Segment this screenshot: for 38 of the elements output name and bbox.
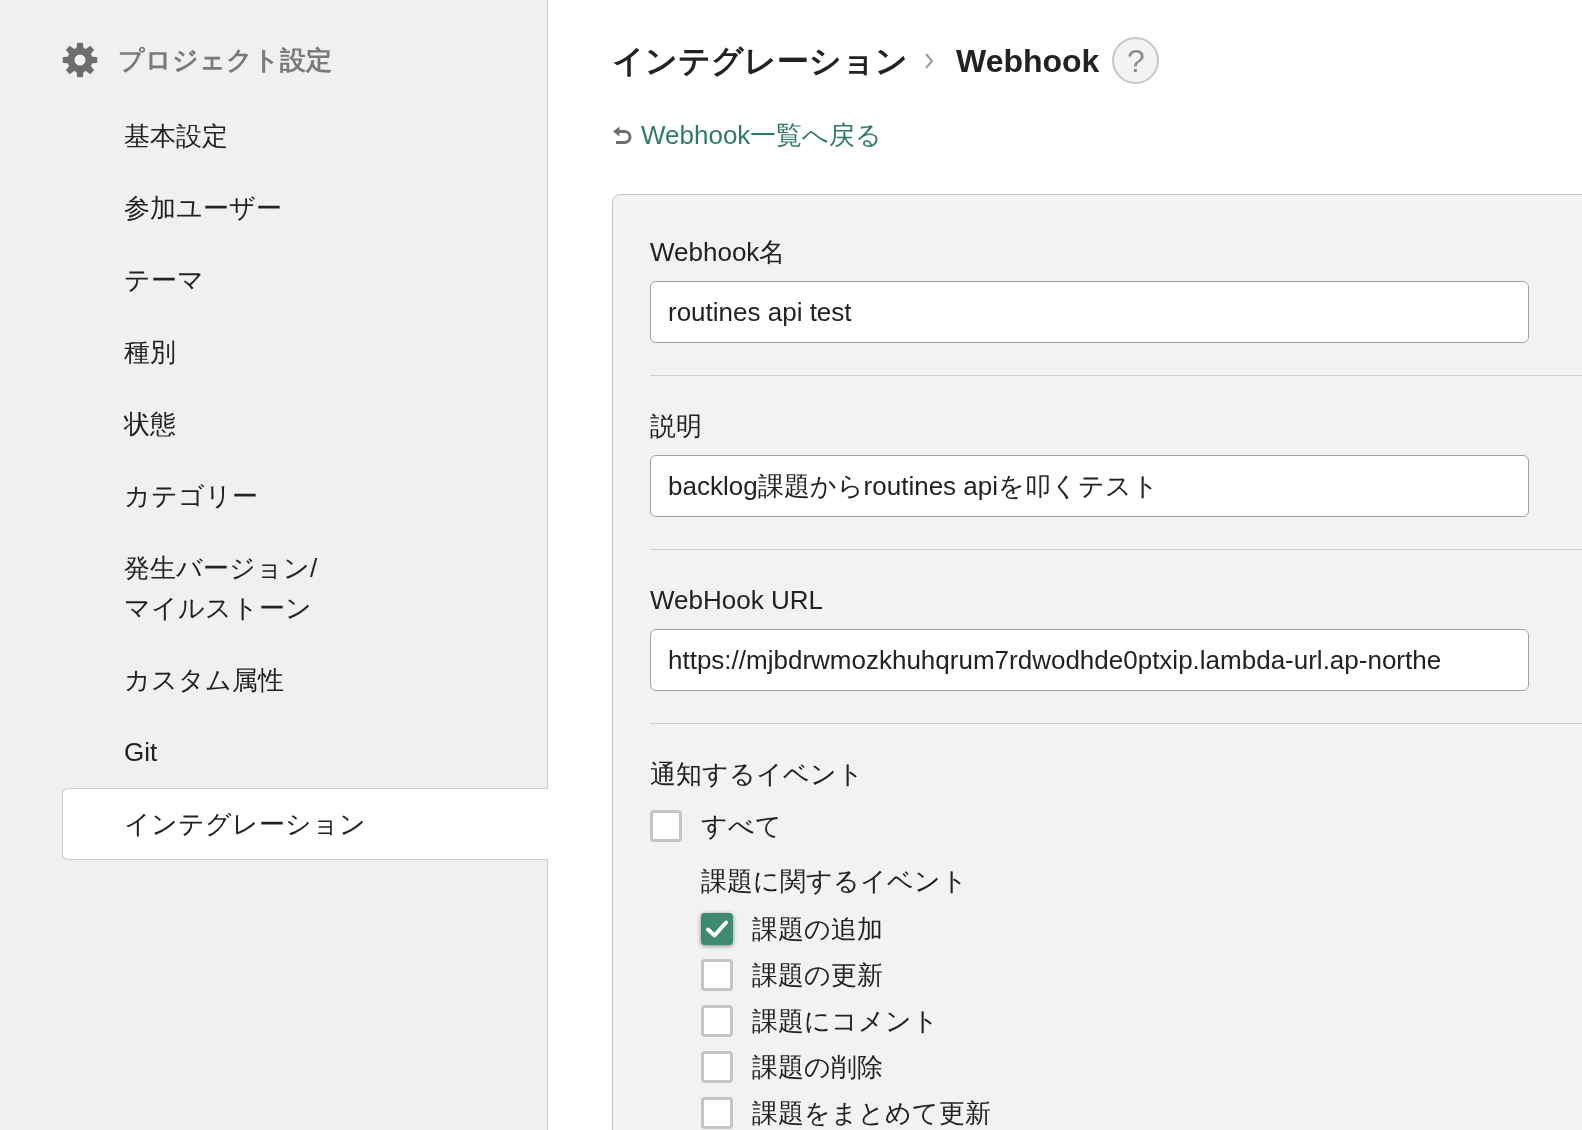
checkbox-label: 課題の追加 [752, 914, 883, 944]
checkbox[interactable] [701, 1005, 733, 1037]
sidebar-item[interactable]: テーマ [62, 244, 547, 316]
chevron-right-icon [924, 51, 934, 70]
checkbox[interactable] [701, 1051, 733, 1083]
checkbox-label: 課題の削除 [752, 1052, 883, 1082]
sidebar-item[interactable]: 参加ユーザー [62, 172, 547, 244]
check-icon [706, 920, 728, 938]
breadcrumb-item: インテグレーション [612, 41, 908, 81]
text-input[interactable]: https://mjbdrwmozkhuhqrum7rdwodhde0ptxip.lambda-url.ap-northe [650, 629, 1529, 691]
gear-icon [62, 42, 98, 78]
checkbox[interactable] [650, 810, 682, 842]
sidebar-item[interactable]: カテゴリー [62, 460, 547, 532]
back-arrow-icon [612, 125, 632, 145]
checkbox-label: すべて [701, 811, 782, 841]
checkbox[interactable] [701, 913, 733, 945]
text-input[interactable]: routines api test [650, 281, 1529, 343]
checkbox-label: 課題の更新 [752, 960, 883, 990]
checkbox-label: 課題をまとめて更新 [752, 1098, 991, 1128]
field-label: Webhook名 [650, 236, 786, 269]
checkbox-label: 課題にコメント [752, 1006, 939, 1036]
back-link[interactable]: Webhook一覧へ戻る [612, 118, 883, 152]
sidebar-title: プロジェクト設定 [118, 44, 332, 77]
sidebar-item[interactable]: Git [62, 716, 547, 788]
group-heading: 課題に関するイベント [701, 865, 968, 898]
sidebar-item[interactable]: 発生バージョン/ マイルストーン [62, 532, 547, 644]
field-label: WebHook URL [650, 584, 823, 617]
breadcrumb-item: Webhook [956, 41, 1100, 81]
text-input[interactable]: backlog課題からroutines apiを叩くテスト [650, 455, 1529, 517]
sidebar-item[interactable]: カスタム属性 [62, 644, 547, 716]
checkbox[interactable] [701, 959, 733, 991]
checkbox[interactable] [701, 1097, 733, 1129]
field-label: 説明 [650, 410, 702, 443]
field-label: 通知するイベント [650, 758, 864, 791]
sidebar-item[interactable]: インテグレーション [62, 788, 548, 860]
sidebar-item[interactable]: 種別 [62, 316, 547, 388]
sidebar-item[interactable]: 状態 [62, 388, 547, 460]
sidebar-item[interactable]: 基本設定 [62, 100, 547, 172]
